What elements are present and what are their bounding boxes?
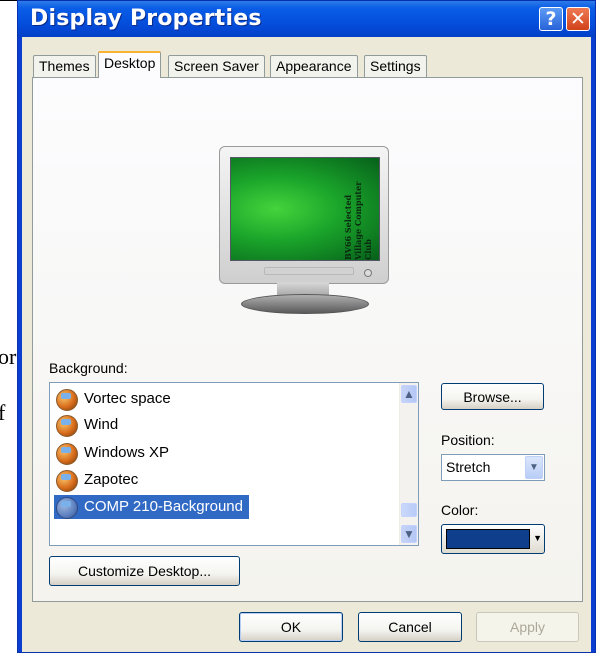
scrollbar-thumb[interactable] xyxy=(401,503,417,517)
tab-themes[interactable]: Themes xyxy=(33,55,96,77)
wallpaper-icon xyxy=(56,497,78,519)
background-listbox[interactable]: Vortec space Wind Windows XP Zapotec COM… xyxy=(49,382,419,546)
dialog-client-area: Themes Desktop Screen Saver Appearance S… xyxy=(22,37,591,652)
monitor-base xyxy=(241,294,369,314)
title-bar[interactable]: Display Properties ? ✕ xyxy=(18,1,595,37)
close-button[interactable]: ✕ xyxy=(566,7,590,31)
background-label: Background: xyxy=(49,360,128,376)
wallpaper-icon xyxy=(56,443,78,465)
dropdown-arrow-icon: ▼ xyxy=(533,533,542,543)
position-select[interactable]: Stretch ▼ xyxy=(441,454,545,481)
list-item-label: Zapotec xyxy=(84,471,139,488)
list-item[interactable]: Windows XP xyxy=(54,441,175,465)
list-item[interactable]: Vortec space xyxy=(54,387,177,411)
wallpaper-icon xyxy=(56,470,78,492)
desktop-preview: BV66 Selected Village Computer Club xyxy=(219,146,389,336)
chevron-down-icon[interactable]: ▼ xyxy=(525,456,543,479)
color-label: Color: xyxy=(441,502,479,518)
background-text-fragment: or xyxy=(0,344,17,369)
list-item[interactable]: Wind xyxy=(54,413,124,437)
help-button[interactable]: ? xyxy=(539,7,563,31)
list-item-label: Vortec space xyxy=(84,390,171,407)
monitor-icon: BV66 Selected Village Computer Club xyxy=(219,146,389,284)
chevron-up-icon[interactable]: ▲ xyxy=(401,385,417,403)
tab-desktop[interactable]: Desktop xyxy=(98,51,162,78)
listbox-scrollbar[interactable]: ▲ ▼ xyxy=(399,383,418,545)
list-item-label: Windows XP xyxy=(84,444,170,461)
tab-settings[interactable]: Settings xyxy=(364,55,427,77)
window-title: Display Properties xyxy=(30,6,262,31)
position-select-value: Stretch xyxy=(446,459,491,475)
display-properties-window: Display Properties ? ✕ Themes Desktop Sc… xyxy=(17,0,596,653)
list-item[interactable]: Zapotec xyxy=(54,468,144,492)
cancel-button[interactable]: Cancel xyxy=(358,612,462,642)
tab-appearance[interactable]: Appearance xyxy=(270,55,358,77)
monitor-slot xyxy=(264,267,354,275)
preview-screen: BV66 Selected Village Computer Club xyxy=(230,157,380,261)
background-text-fragment: f xyxy=(0,400,6,425)
wallpaper-icon xyxy=(56,415,78,437)
monitor-power-led xyxy=(364,269,372,277)
ok-button[interactable]: OK xyxy=(239,612,343,642)
browse-button[interactable]: Browse... xyxy=(441,383,544,410)
customize-desktop-button[interactable]: Customize Desktop... xyxy=(49,556,240,586)
list-item-label: Wind xyxy=(84,416,119,433)
tab-screen-saver[interactable]: Screen Saver xyxy=(168,55,265,77)
list-item-selected[interactable]: COMP 210-Background xyxy=(54,495,249,519)
apply-button[interactable]: Apply xyxy=(476,612,579,642)
list-item-label: COMP 210-Background xyxy=(84,498,243,515)
chevron-down-icon[interactable]: ▼ xyxy=(401,525,417,543)
wallpaper-icon xyxy=(56,389,78,411)
desktop-tab-panel: BV66 Selected Village Computer Club Back… xyxy=(32,77,583,602)
color-picker-button[interactable]: ▼ xyxy=(441,524,545,554)
preview-screen-text: BV66 Selected Village Computer Club xyxy=(343,181,373,260)
color-swatch xyxy=(446,529,530,549)
position-label: Position: xyxy=(441,432,495,448)
